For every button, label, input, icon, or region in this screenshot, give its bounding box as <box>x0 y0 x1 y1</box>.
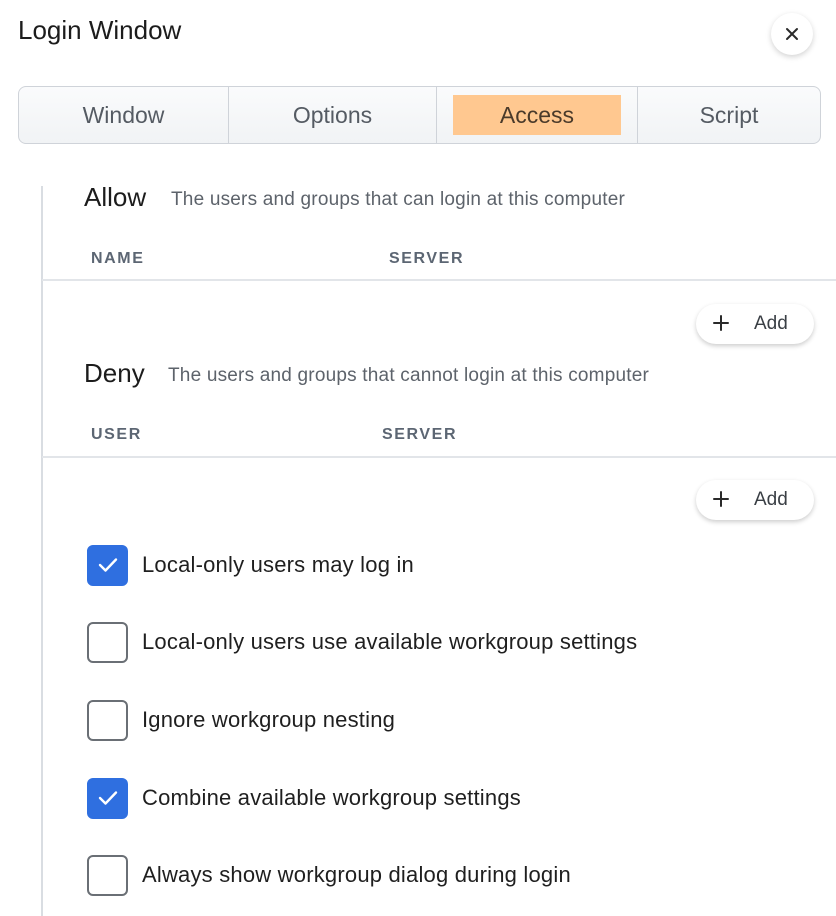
allow-column-name[interactable]: NAME <box>91 250 145 268</box>
tab-label: Window <box>82 101 165 128</box>
deny-section-title: Deny <box>84 358 145 388</box>
checkbox[interactable] <box>87 544 128 586</box>
checkbox-label[interactable]: Local-only users use available workgroup… <box>142 629 637 655</box>
checkbox-label[interactable]: Combine available workgroup settings <box>142 785 521 811</box>
option-local-only-login: Local-only users may log in <box>87 544 414 586</box>
checkbox[interactable] <box>87 854 128 896</box>
deny-column-server[interactable]: SERVER <box>382 426 457 444</box>
add-button-label: Add <box>754 489 788 510</box>
tab-script[interactable]: Script <box>638 87 820 143</box>
plus-icon <box>713 491 729 507</box>
login-window-panel: Login Window Window Options Access Scrip… <box>0 0 836 916</box>
content-divider <box>41 186 43 916</box>
page-title: Login Window <box>18 15 182 45</box>
tab-window[interactable]: Window <box>19 87 229 143</box>
add-button-label: Add <box>754 313 788 334</box>
allow-section-description: The users and groups that can login at t… <box>171 189 625 210</box>
tab-bar: Window Options Access Script <box>18 86 821 144</box>
plus-icon <box>713 315 729 331</box>
checkbox-label[interactable]: Always show workgroup dialog during logi… <box>142 862 571 888</box>
deny-column-user[interactable]: USER <box>91 426 142 444</box>
checkbox-label[interactable]: Local-only users may log in <box>142 552 414 578</box>
tab-options[interactable]: Options <box>229 87 437 143</box>
checkbox[interactable] <box>87 621 128 663</box>
checkmark-icon <box>98 558 117 572</box>
checkmark-icon <box>98 791 117 805</box>
tab-access[interactable]: Access <box>437 87 638 143</box>
allow-column-server[interactable]: SERVER <box>389 250 464 268</box>
option-ignore-nesting: Ignore workgroup nesting <box>87 699 395 741</box>
option-local-only-workgroup-settings: Local-only users use available workgroup… <box>87 621 637 663</box>
tab-label: Access <box>499 101 575 128</box>
checkbox-label[interactable]: Ignore workgroup nesting <box>142 707 395 733</box>
deny-section-description: The users and groups that cannot login a… <box>168 365 649 386</box>
deny-add-button[interactable]: Add <box>696 480 814 520</box>
checkbox[interactable] <box>87 699 128 741</box>
allow-add-button[interactable]: Add <box>696 304 814 344</box>
close-icon <box>786 28 798 40</box>
checkbox[interactable] <box>87 777 128 819</box>
tab-label: Options <box>292 101 373 128</box>
option-combine-settings: Combine available workgroup settings <box>87 777 521 819</box>
close-button[interactable] <box>771 13 813 55</box>
allow-table-divider <box>42 279 836 281</box>
allow-section-title: Allow <box>84 182 147 212</box>
deny-table-divider <box>42 456 836 458</box>
option-always-show-dialog: Always show workgroup dialog during logi… <box>87 854 571 896</box>
tab-label: Script <box>699 101 759 128</box>
